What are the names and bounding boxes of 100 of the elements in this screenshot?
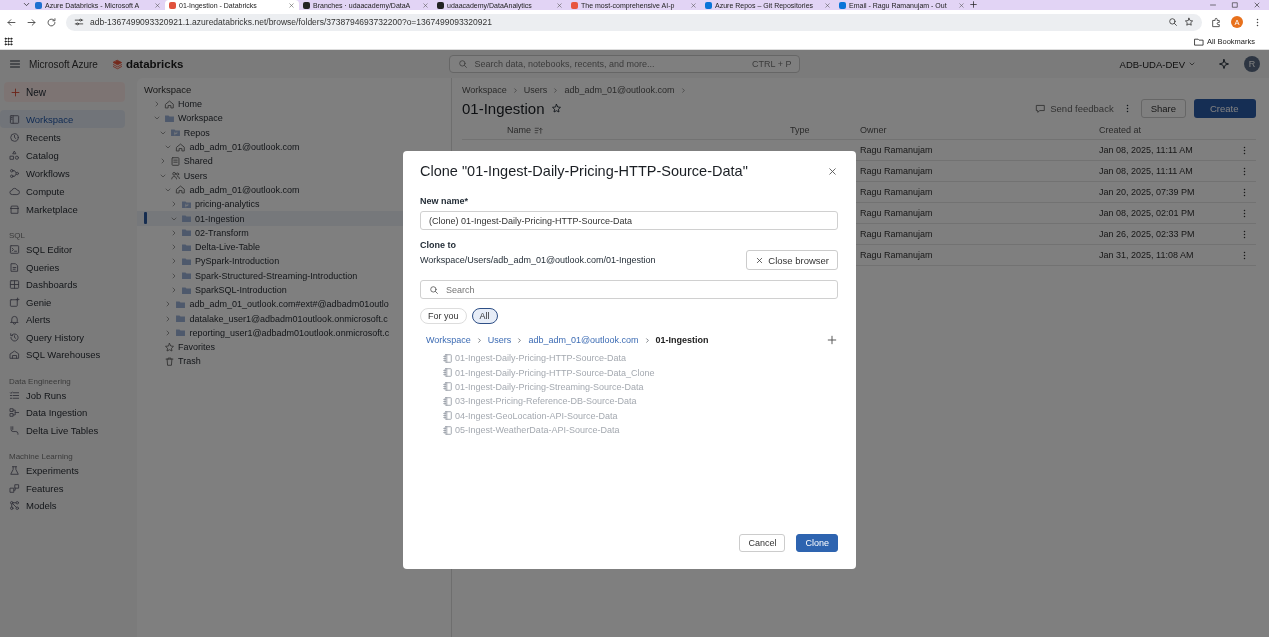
- star-icon: [164, 341, 175, 353]
- folder-icon: [181, 241, 193, 253]
- tree-item[interactable]: Home: [137, 97, 451, 112]
- clone-button[interactable]: Clone: [796, 534, 838, 552]
- sidebar-item[interactable]: Data Ingestion: [0, 404, 125, 422]
- close-icon[interactable]: [827, 165, 838, 177]
- reload-icon[interactable]: [46, 16, 57, 28]
- plus-icon[interactable]: [826, 334, 838, 346]
- breadcrumb-link[interactable]: Users: [523, 85, 548, 95]
- close-icon[interactable]: [958, 1, 965, 9]
- sidebar-item[interactable]: Workflows: [0, 164, 125, 182]
- close-icon[interactable]: [422, 1, 429, 9]
- field-label: Clone to: [420, 240, 457, 250]
- folder-icon: [175, 313, 187, 325]
- tab-favicon: [437, 1, 444, 9]
- minimize-icon[interactable]: [1209, 1, 1217, 9]
- document-icon: [9, 261, 20, 273]
- column-header[interactable]: Created at: [1099, 125, 1239, 135]
- sidebar-item[interactable]: Dashboards: [0, 276, 125, 294]
- star-icon[interactable]: [550, 102, 562, 114]
- breadcrumb-link[interactable]: adb_adm_01@outlook.com: [564, 85, 675, 95]
- menu-icon[interactable]: [9, 58, 21, 70]
- column-header[interactable]: Type: [790, 125, 860, 135]
- table-cell-text: Jan 08, 2025, 11:11 AM: [1099, 166, 1194, 176]
- plus-icon: [10, 86, 21, 98]
- tab-favicon: [303, 1, 310, 9]
- tab-favicon: [571, 1, 578, 9]
- search-icon: [458, 59, 469, 69]
- user-avatar[interactable]: R: [1244, 56, 1260, 72]
- sort-icon: [534, 125, 543, 135]
- new-button[interactable]: New: [4, 82, 125, 102]
- feedback-link[interactable]: Send feedback: [1035, 102, 1114, 114]
- product-logo[interactable]: databricks: [111, 58, 184, 70]
- table-cell-text: Ragu Ramanujam: [860, 250, 934, 260]
- sidebar-item[interactable]: Models: [0, 497, 125, 515]
- sidebar-item[interactable]: Experiments: [0, 462, 125, 480]
- sidebar-item[interactable]: SQL Editor: [0, 241, 125, 259]
- sidebar-item[interactable]: Queries: [0, 258, 125, 276]
- sidebar-item[interactable]: Catalog: [0, 146, 125, 164]
- sidebar-item[interactable]: Compute: [0, 182, 125, 200]
- tree-item[interactable]: adb_adm_01@outlook.com: [137, 139, 451, 155]
- forward-icon[interactable]: [26, 16, 37, 28]
- search-field[interactable]: Search: [420, 280, 838, 299]
- sidebar-item[interactable]: Recents: [0, 128, 125, 146]
- sidebar-item[interactable]: Query History: [0, 328, 125, 346]
- sidebar-item[interactable]: Alerts: [0, 311, 125, 329]
- maximize-icon[interactable]: [1231, 1, 1239, 9]
- trash-icon: [164, 356, 175, 367]
- ingestion-icon: [9, 407, 20, 419]
- extensions-icon[interactable]: [1211, 16, 1222, 28]
- star-icon[interactable]: [1184, 17, 1194, 27]
- sidebar-item[interactable]: Job Runs: [0, 386, 125, 404]
- table-cell-text: Ragu Ramanujam: [860, 229, 934, 239]
- sidebar-item[interactable]: Workspace: [0, 110, 125, 128]
- column-header[interactable]: Owner: [860, 125, 1099, 135]
- workflow-icon: [9, 167, 20, 179]
- back-icon[interactable]: [6, 16, 17, 28]
- chevron-icon[interactable]: [22, 0, 31, 9]
- address-bar[interactable]: adb-1367499093320921.1.azuredatabricks.net/browse/folders/3738794693732200?o=1367499093320921: [66, 13, 1202, 31]
- plus-icon[interactable]: [969, 0, 978, 9]
- tree-item[interactable]: Workspace: [137, 111, 451, 126]
- close-icon[interactable]: [154, 1, 161, 9]
- apps-icon[interactable]: [4, 37, 13, 46]
- sidebar-item[interactable]: Delta Live Tables: [0, 421, 125, 439]
- filter-chip[interactable]: All: [471, 308, 498, 324]
- breadcrumb-link[interactable]: Workspace: [462, 85, 507, 95]
- list-icon: [9, 389, 20, 401]
- close-icon[interactable]: [1253, 1, 1261, 9]
- sidebar-item[interactable]: Features: [0, 479, 125, 497]
- chevron-icon: [643, 336, 651, 344]
- cancel-button[interactable]: Cancel: [739, 534, 786, 552]
- tree-item[interactable]: Repos: [137, 125, 451, 140]
- close-icon[interactable]: [556, 1, 563, 9]
- sidebar-item[interactable]: SQL Warehouses: [0, 346, 125, 364]
- store-icon: [9, 203, 20, 215]
- breadcrumb-link[interactable]: adb_adm_01@outlook.com: [528, 335, 639, 345]
- assistant-icon[interactable]: [1218, 58, 1230, 70]
- chevron-icon: [511, 86, 519, 94]
- sidebar-item[interactable]: Genie: [0, 293, 125, 311]
- create-button[interactable]: Create: [1194, 98, 1256, 118]
- users-icon: [169, 170, 181, 182]
- zoom-icon[interactable]: [1168, 17, 1178, 27]
- tab-favicon: [35, 1, 42, 9]
- breadcrumb-link[interactable]: Users: [487, 335, 512, 345]
- table-cell-text: Jan 20, 2025, 07:39 PM: [1099, 187, 1196, 197]
- name-field[interactable]: (Clone) 01-Ingest-Daily-Pricing-HTTP-Source-Data: [420, 211, 838, 230]
- folder-icon: [181, 255, 193, 267]
- close-icon[interactable]: [824, 1, 831, 9]
- site-settings-icon[interactable]: [74, 17, 84, 27]
- close-browser-button[interactable]: Close browser: [746, 250, 838, 270]
- notebook-icon: [442, 410, 453, 422]
- column-header[interactable]: Name: [507, 125, 790, 135]
- breadcrumb-link[interactable]: Workspace: [426, 335, 471, 345]
- workspace-switcher[interactable]: ADB-UDA-DEV: [1119, 58, 1196, 70]
- share-button[interactable]: Share: [1140, 98, 1186, 118]
- close-icon[interactable]: [288, 1, 295, 9]
- close-icon[interactable]: [690, 1, 697, 9]
- sidebar-item[interactable]: Marketplace: [0, 200, 125, 218]
- notebook-icon: [442, 367, 453, 379]
- search-field[interactable]: Search data, notebooks, recents, and more... CTRL + P: [449, 55, 801, 73]
